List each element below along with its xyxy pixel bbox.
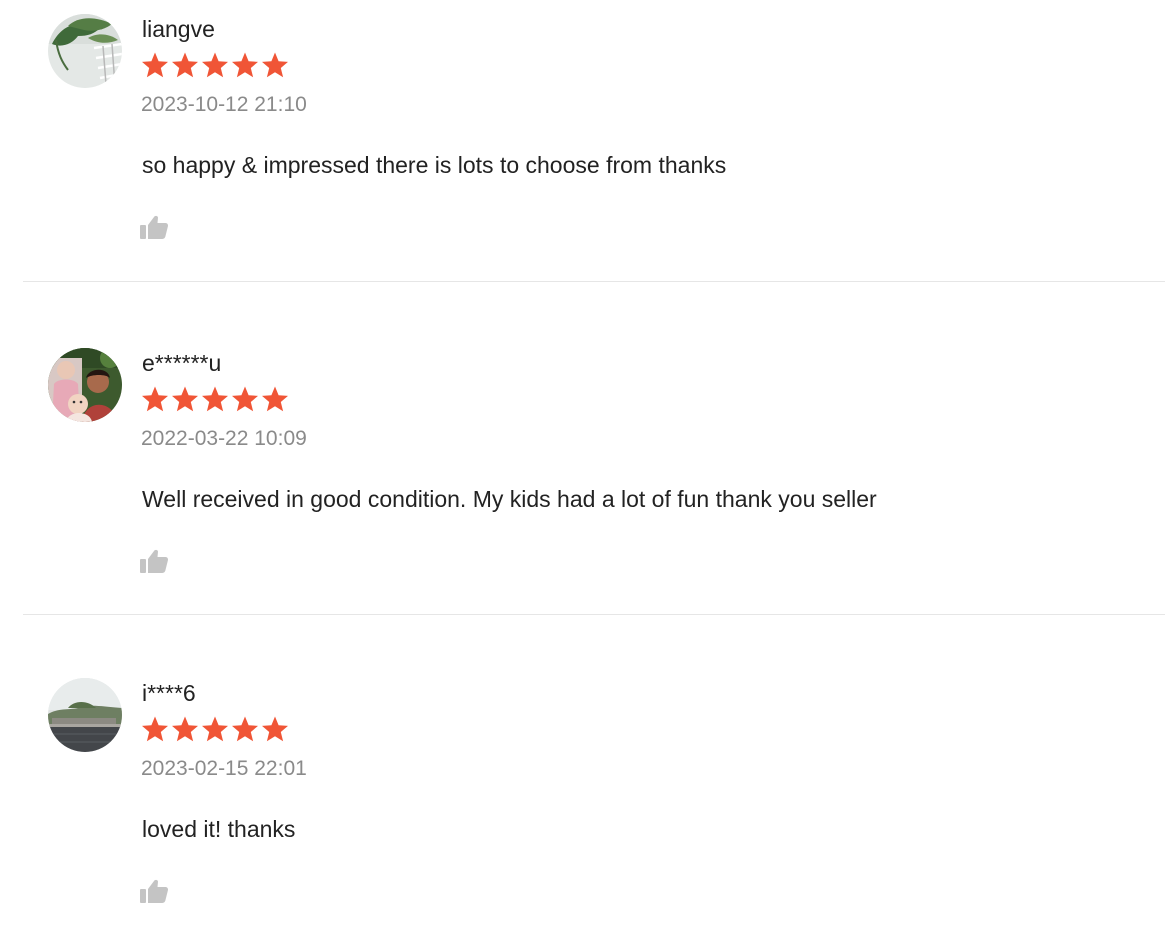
star-icon: [141, 715, 169, 743]
star-icon: [261, 385, 289, 413]
thumbs-up-icon: [140, 549, 169, 573]
star-icon: [261, 51, 289, 79]
user-avatar: [48, 14, 122, 88]
star-icon: [201, 51, 229, 79]
avatar-image: [48, 678, 122, 752]
review-date: 2022-03-22 10:09: [141, 427, 307, 450]
star-icon: [171, 51, 199, 79]
star-icon: [171, 385, 199, 413]
review-text: Well received in good condition. My kids…: [142, 486, 877, 512]
thumbs-up-icon: [140, 879, 169, 903]
star-icon: [141, 385, 169, 413]
reviewer-username: e******u: [142, 350, 222, 376]
user-avatar: [48, 678, 122, 752]
star-icon: [201, 715, 229, 743]
like-button[interactable]: [139, 548, 169, 574]
like-button[interactable]: [139, 214, 169, 240]
star-rating: [141, 715, 291, 743]
avatar-image: [48, 348, 122, 422]
star-icon: [231, 385, 259, 413]
star-icon: [231, 715, 259, 743]
review-date: 2023-10-12 21:10: [141, 93, 307, 116]
like-button[interactable]: [139, 878, 169, 904]
review-date: 2023-02-15 22:01: [141, 757, 307, 780]
user-avatar: [48, 348, 122, 422]
star-icon: [171, 715, 199, 743]
reviewer-username: liangve: [142, 16, 215, 42]
star-icon: [201, 385, 229, 413]
thumbs-up-icon: [140, 215, 169, 239]
review-divider: [23, 281, 1165, 282]
review-divider: [23, 614, 1165, 615]
review-item: e******u 2022-03-22 10:09 Well received …: [0, 334, 1165, 574]
review-item: liangve 2023-10-12 21:10 so happy & impr…: [0, 0, 1165, 240]
review-item: i****6 2023-02-15 22:01 loved it! thanks: [0, 664, 1165, 904]
star-icon: [261, 715, 289, 743]
review-text: loved it! thanks: [142, 816, 296, 842]
star-rating: [141, 385, 291, 413]
star-icon: [141, 51, 169, 79]
reviewer-username: i****6: [142, 680, 196, 706]
star-rating: [141, 51, 291, 79]
avatar-image: [48, 14, 122, 88]
star-icon: [231, 51, 259, 79]
review-text: so happy & impressed there is lots to ch…: [142, 152, 727, 178]
